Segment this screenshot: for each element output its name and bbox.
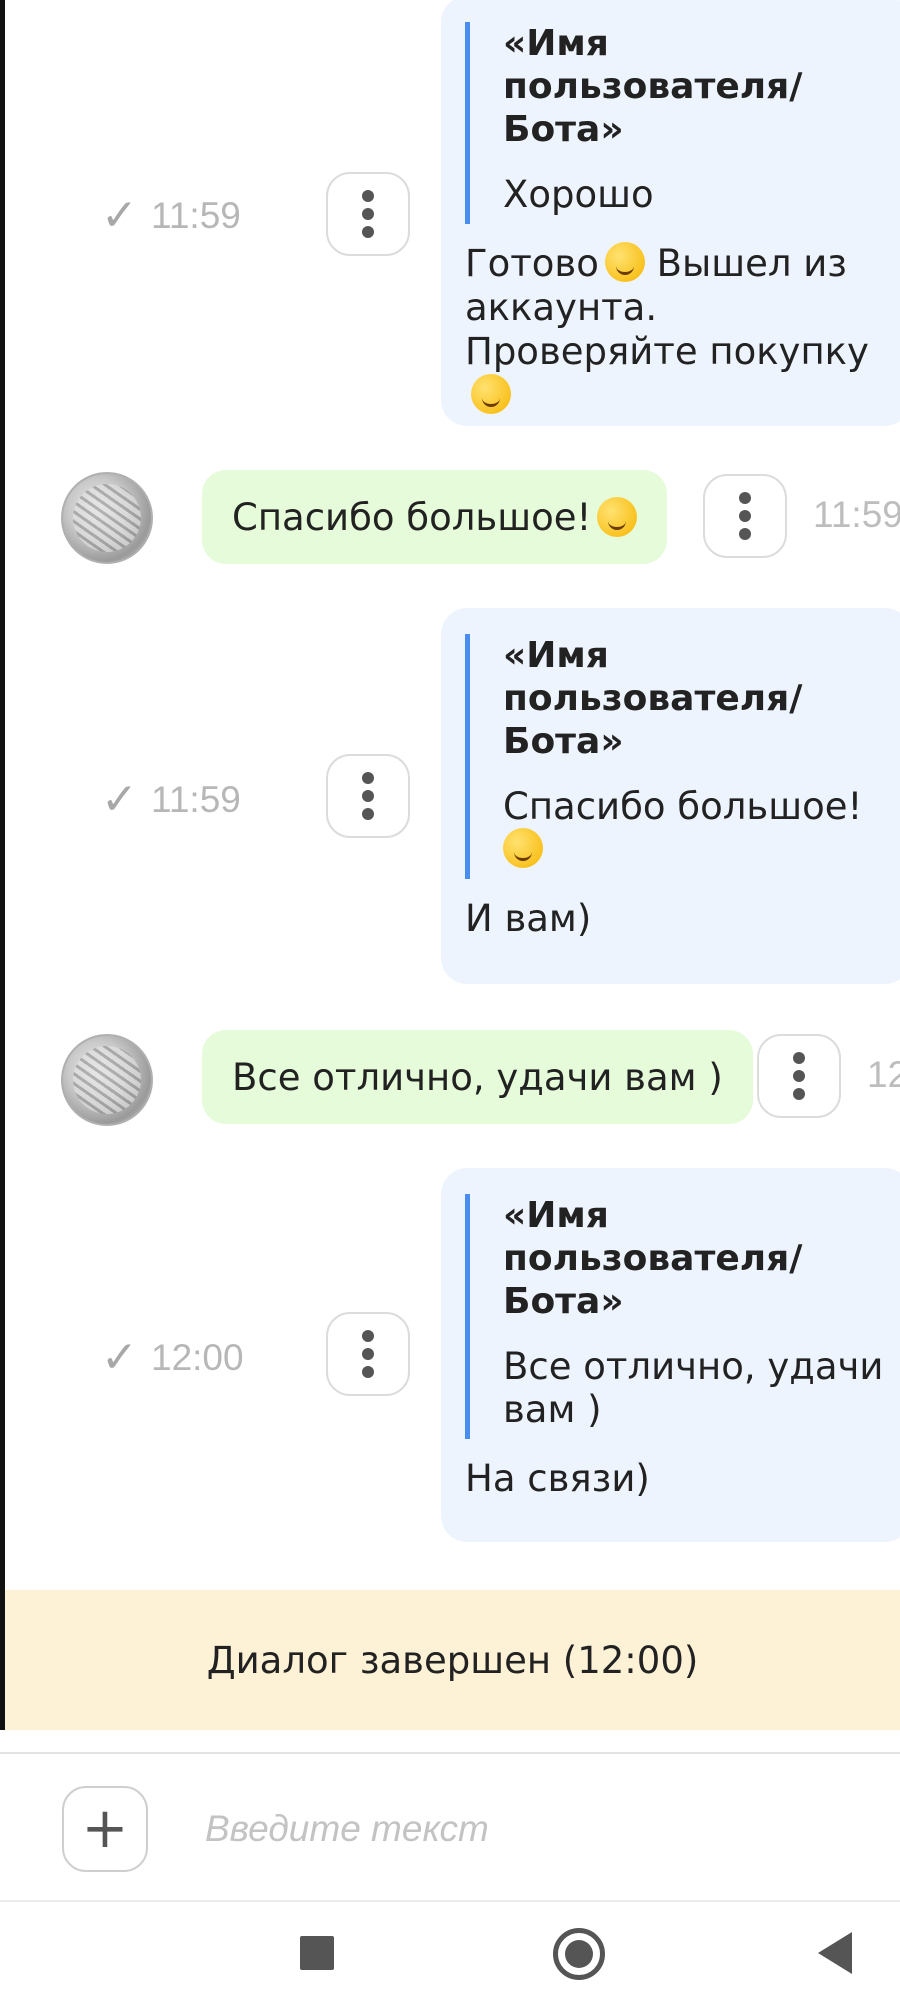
message-menu-button[interactable] (326, 1312, 410, 1396)
avatar-image (73, 1046, 141, 1114)
message-meta: ✓ 11:59 (101, 190, 241, 241)
more-icon-dot (739, 510, 751, 522)
message-time: 11:59 (151, 778, 241, 820)
home-icon[interactable] (553, 1928, 605, 1980)
hugging-face-emoji (597, 497, 638, 537)
message-menu-button[interactable] (326, 754, 410, 838)
incoming-message[interactable]: Спасибо большое! (202, 470, 668, 564)
quoted-message[interactable]: «Имя пользователя/ Бота» Все отлично, уд… (465, 1194, 900, 1439)
more-icon-dot (739, 528, 751, 540)
message-meta: ✓ 11:59 (101, 774, 241, 825)
outgoing-message[interactable]: «Имя пользователя/ Бота» Все отлично, уд… (441, 1168, 900, 1542)
quoted-message[interactable]: «Имя пользователя/ Бота» Хорошо (465, 22, 900, 224)
quote-text: Все отлично, удачи вам ) (503, 1345, 884, 1431)
dialog-ended-banner: Диалог завершен (12:00) (5, 1590, 900, 1730)
message-composer: + (0, 1752, 900, 1900)
system-navigation-bar (0, 1900, 900, 2000)
message-menu-button[interactable] (326, 172, 410, 256)
message-text-part: Готово (465, 242, 599, 285)
message-time: 11:59 (151, 194, 241, 236)
more-icon-dot (793, 1070, 805, 1082)
hugging-face-emoji (503, 828, 543, 868)
incoming-message-row: Спасибо большое! 11:59 (5, 470, 900, 566)
more-icon-dot (362, 226, 374, 238)
avatar[interactable] (61, 472, 153, 564)
message-input[interactable] (205, 1794, 845, 1864)
party-face-emoji (604, 242, 645, 282)
quote-text: Хорошо (503, 173, 654, 216)
quote-text-part: Спасибо большое! (503, 785, 863, 828)
banner-text: Диалог завершен (12:00) (206, 1638, 699, 1682)
check-icon: ✓ (101, 774, 138, 825)
message-text: И вам) (465, 897, 592, 940)
chat-feed[interactable]: ✓ 11:59 «Имя пользователя/ Бота» Хорошо … (5, 0, 900, 1730)
yum-face-emoji (471, 374, 511, 414)
more-icon (362, 772, 374, 784)
quote-author: «Имя пользователя/ Бота» (503, 23, 803, 150)
check-icon: ✓ (101, 190, 138, 241)
message-menu-button[interactable] (703, 474, 787, 558)
more-icon-dot (362, 1366, 374, 1378)
more-icon (362, 190, 374, 202)
incoming-message-row: Все отлично, удачи вам ) 12 (5, 1030, 900, 1126)
quote-text: Спасибо большое! (503, 785, 900, 879)
quote-author: «Имя пользователя/ Бота» (503, 1195, 803, 1322)
message-time: 12:00 (151, 1336, 244, 1378)
recent-apps-icon[interactable] (300, 1936, 334, 1970)
more-icon-dot (793, 1088, 805, 1100)
more-icon-dot (362, 790, 374, 802)
message-time: 12 (867, 1054, 900, 1095)
message-text: Готово Вышел из аккаунта. Проверяйте пок… (465, 242, 900, 418)
avatar-image (73, 484, 141, 552)
quote-author: «Имя пользователя/ Бота» (503, 635, 803, 762)
message-time: 11:59 (813, 494, 900, 535)
message-text: Все отлично, удачи вам ) (232, 1055, 723, 1099)
back-icon[interactable] (818, 1932, 852, 1974)
avatar[interactable] (61, 1034, 153, 1126)
message-text: Спасибо большое! (232, 495, 592, 539)
plus-icon: + (81, 1796, 129, 1861)
more-icon-dot (362, 1348, 374, 1360)
attach-button[interactable]: + (62, 1786, 148, 1872)
more-icon-dot (362, 208, 374, 220)
quoted-message[interactable]: «Имя пользователя/ Бота» Спасибо большое… (465, 634, 900, 879)
more-icon-dot (362, 808, 374, 820)
message-menu-button[interactable] (757, 1034, 841, 1118)
outgoing-message[interactable]: «Имя пользователя/ Бота» Хорошо Готово В… (441, 0, 900, 426)
more-icon (739, 492, 751, 504)
check-icon: ✓ (101, 1332, 138, 1383)
outgoing-message[interactable]: «Имя пользователя/ Бота» Спасибо большое… (441, 608, 900, 984)
more-icon (362, 1330, 374, 1342)
message-text: На связи) (465, 1457, 650, 1500)
incoming-message[interactable]: Все отлично, удачи вам ) (202, 1030, 753, 1124)
message-meta: ✓ 12:00 (101, 1332, 244, 1383)
more-icon (793, 1052, 805, 1064)
